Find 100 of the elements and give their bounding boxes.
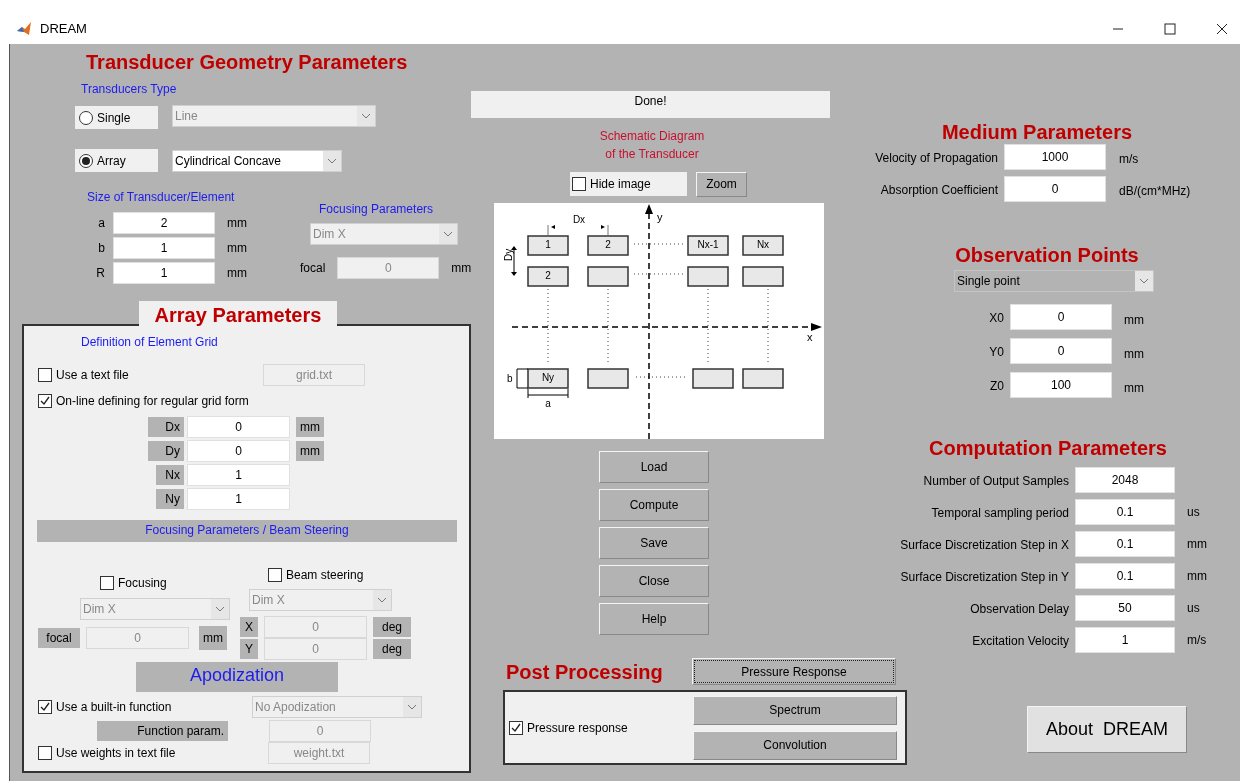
array-element: 2 (527, 265, 569, 287)
radio-label: Array (97, 152, 126, 170)
field-label: X0 (988, 310, 1004, 327)
radio-button[interactable] (79, 153, 93, 168)
unit-label: mm (199, 626, 227, 650)
array-element (742, 367, 784, 389)
array-element: Ny (527, 367, 569, 389)
text-field[interactable]: 0 (1010, 338, 1112, 364)
checkbox[interactable] (268, 568, 282, 582)
field-label: Function param. (97, 721, 228, 741)
caret-icon (443, 230, 453, 237)
unit-label: mm (296, 441, 324, 461)
caret-icon (1139, 278, 1149, 284)
post-processing-button[interactable]: Convolution (693, 730, 897, 760)
unit-label: dB/(cm*MHz) (1119, 183, 1191, 200)
text-field[interactable]: 0 (187, 416, 290, 438)
action-button[interactable]: Close (599, 564, 709, 597)
field-label: Number of Output Samples (922, 473, 1069, 490)
checkbox-label: Use weights in text file (56, 745, 176, 762)
array-element (587, 265, 629, 287)
checkbox[interactable] (38, 746, 52, 760)
section-header: Apodization (136, 662, 338, 692)
status-bar: Done! (471, 90, 830, 118)
unit-label: mm (227, 240, 247, 257)
field-label: Absorption Coefficient (879, 182, 998, 199)
section-title: Observation Points (954, 243, 1140, 267)
unit-label: mm (451, 259, 472, 277)
unit-label: us (1187, 600, 1200, 617)
checkbox-label: Beam steering (286, 567, 364, 584)
unit-label: mm (1124, 380, 1144, 397)
unit-label: mm (1124, 346, 1144, 363)
text-field[interactable]: 0 (1010, 304, 1112, 330)
section-header: Focusing Parameters / Beam Steering (37, 520, 457, 542)
text-field[interactable]: 0 (1004, 176, 1106, 202)
about-button[interactable]: About DREAM (1027, 706, 1187, 753)
text-field[interactable]: 2048 (1075, 467, 1175, 493)
field-label: Temporal sampling period (930, 505, 1069, 522)
unit-label: m/s (1119, 151, 1139, 168)
text-field[interactable]: 0.1 (1075, 499, 1175, 525)
dropdown[interactable]: Single point (954, 270, 1154, 292)
array-element (742, 265, 784, 287)
field-label: a (97, 215, 105, 232)
action-button[interactable]: Save (599, 526, 709, 559)
post-processing-button[interactable]: Spectrum (693, 695, 897, 725)
text-field[interactable]: 2 (113, 212, 215, 234)
section-title: Transducer Geometry Parameters (86, 50, 409, 74)
text-field[interactable]: 1 (113, 237, 215, 259)
section-label: Size of Transducer/Element (87, 189, 236, 206)
field-label: Z0 (989, 378, 1004, 395)
close-icon (1216, 23, 1228, 35)
text-field[interactable]: 1 (113, 262, 215, 284)
text-field[interactable]: 50 (1075, 595, 1175, 621)
array-element (587, 367, 629, 389)
checkbox[interactable] (38, 394, 52, 408)
text-field[interactable]: 0 (187, 440, 290, 462)
dimension-arrow (547, 224, 609, 235)
text-field[interactable]: 0.1 (1075, 563, 1175, 589)
unit-label: mm (227, 265, 247, 282)
array-element: Nx-1 (687, 234, 729, 256)
array-element (687, 265, 729, 287)
text-field[interactable]: 1 (187, 488, 290, 510)
dropdown[interactable]: Cylindrical Concave (172, 149, 342, 172)
diagram-title: of the Transducer (605, 145, 699, 163)
field-label: Dy (148, 441, 184, 461)
zoom-button[interactable]: Zoom (696, 171, 747, 197)
section-title: Medium Parameters (940, 120, 1134, 144)
field-label: Y0 (988, 344, 1004, 361)
unit-label: mm (227, 215, 247, 232)
checkbox-label: Use a text file (56, 367, 129, 384)
text-field[interactable]: 1 (187, 464, 290, 486)
text-field[interactable]: 1 (1075, 627, 1175, 653)
unit-label: deg (373, 639, 411, 659)
pressure-response-button[interactable]: Pressure Response (692, 658, 896, 685)
maximize-icon (1164, 23, 1176, 35)
field-label: Nx (156, 465, 184, 485)
text-field[interactable]: 100 (1010, 372, 1112, 398)
unit-label: m/s (1187, 632, 1207, 649)
action-button[interactable]: Compute (599, 488, 709, 521)
checkbox[interactable] (509, 720, 523, 735)
radio-label: Single (97, 109, 131, 127)
text-field[interactable]: 0.1 (1075, 531, 1175, 557)
array-element: 2 (587, 234, 629, 256)
field-label: focal (38, 628, 80, 648)
array-element: Nx (742, 234, 784, 256)
caret-icon (215, 606, 225, 612)
radio-button[interactable] (79, 110, 93, 125)
section-label: Focusing Parameters (319, 200, 435, 218)
caret-icon (361, 112, 371, 119)
checkbox[interactable] (38, 700, 52, 714)
panel-title: Array Parameters (139, 301, 337, 327)
action-button[interactable]: Help (599, 602, 709, 635)
section-label: Transducers Type (81, 81, 178, 98)
field-label: Y (240, 639, 258, 659)
checkbox[interactable] (100, 576, 114, 590)
checkbox[interactable] (38, 368, 52, 382)
checkbox[interactable] (572, 177, 586, 191)
dimension-label: Dy (503, 248, 514, 261)
text-field[interactable]: 1000 (1004, 144, 1106, 170)
field-label: X (240, 617, 258, 637)
action-button[interactable]: Load (599, 450, 709, 483)
